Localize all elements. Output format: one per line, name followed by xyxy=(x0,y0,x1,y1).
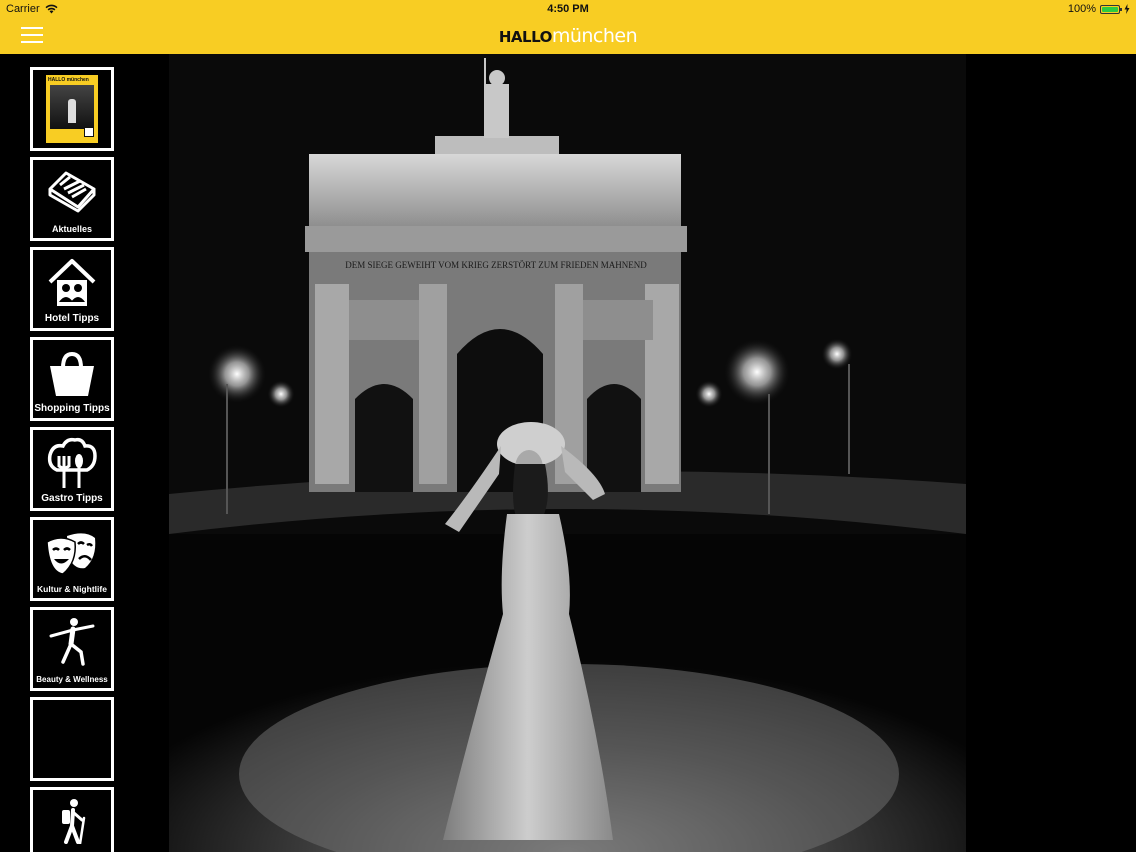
charging-bolt-icon xyxy=(1124,4,1130,14)
sidebar-item-label: Shopping Tipps xyxy=(34,403,110,414)
sidebar-item-empty[interactable] xyxy=(30,697,114,781)
theater-masks-icon xyxy=(46,533,96,575)
sidebar-item-hiking[interactable] xyxy=(30,787,114,852)
status-bar: Carrier 4:50 PM 100% xyxy=(0,0,1136,18)
sidebar-item-label: Gastro Tipps xyxy=(41,493,103,504)
sidebar-item-shopping-tipps[interactable]: Shopping Tipps xyxy=(30,337,114,421)
magazine-cover-icon: HALLO münchen xyxy=(46,75,98,143)
hotel-house-icon xyxy=(48,259,96,306)
status-time: 4:50 PM xyxy=(547,3,589,15)
shopping-bag-icon xyxy=(50,351,94,396)
battery-status: 100% xyxy=(1068,3,1130,15)
hiker-icon xyxy=(62,799,86,844)
sidebar-item-hotel-tipps[interactable]: Hotel Tipps xyxy=(30,247,114,331)
battery-percent: 100% xyxy=(1067,3,1096,15)
sidebar-item-aktuelles[interactable]: Aktuelles xyxy=(30,157,114,241)
newspaper-icon xyxy=(48,171,96,213)
sidebar-item-label: Hotel Tipps xyxy=(44,313,100,324)
top-bar: Carrier 4:50 PM 100% HALLOmünchen xyxy=(0,0,1136,54)
sidebar-item-kultur-nightlife[interactable]: Kultur & Nightlife xyxy=(30,517,114,601)
siegestor-night-photo: DEM SIEGE GEWEIHT VOM KRIEG ZERSTÖRT ZUM… xyxy=(169,54,966,852)
sidebar-item-beauty-wellness[interactable]: Beauty & Wellness xyxy=(30,607,114,691)
sidebar-item-label: Beauty & Wellness xyxy=(36,675,108,684)
main-feature-image[interactable]: DEM SIEGE GEWEIHT VOM KRIEG ZERSTÖRT ZUM… xyxy=(169,54,966,852)
sidebar-item-magazine[interactable]: HALLO münchen xyxy=(30,67,114,151)
yoga-figure-icon xyxy=(49,618,95,666)
sidebar-item-gastro-tipps[interactable]: Gastro Tipps xyxy=(30,427,114,511)
sidebar-item-label: Aktuelles xyxy=(51,224,93,234)
sidebar-item-label: Kultur & Nightlife xyxy=(37,584,107,594)
app-logo: HALLOmünchen xyxy=(0,26,1136,47)
chef-hat-cutlery-icon xyxy=(47,437,97,488)
right-margin xyxy=(966,54,1136,852)
battery-icon xyxy=(1100,4,1122,14)
logo-hallo: HALLO xyxy=(498,28,553,46)
gate-inscription: DEM SIEGE GEWEIHT VOM KRIEG ZERSTÖRT ZUM… xyxy=(345,260,647,270)
category-sidebar: HALLO münchen Aktuelles Hotel Tipps Shop… xyxy=(0,54,169,852)
logo-muenchen: münchen xyxy=(551,25,638,47)
